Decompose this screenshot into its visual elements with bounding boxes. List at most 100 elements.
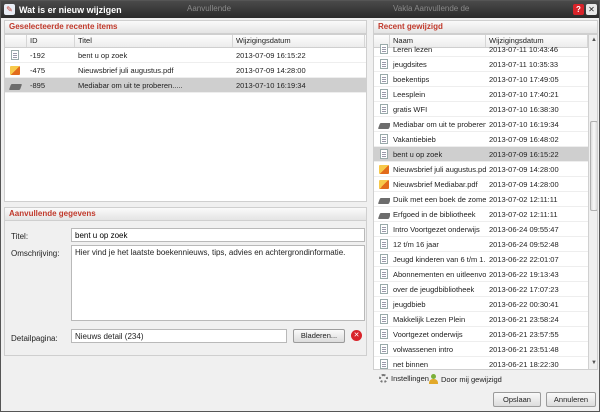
row-date: 2013-07-09 16:48:02 [489,134,559,144]
app-icon: ✎ [4,4,15,15]
book-icon [377,197,390,204]
mine-filter-link[interactable]: Door mij gewijzigd [429,374,502,384]
row-date: 2013-06-22 22:01:07 [489,254,559,264]
list-item[interactable]: Duik met een boek de zome... 2013-07-02 1… [374,192,588,207]
list-item[interactable]: Leren lezen 2013-07-11 10:43:46 [374,42,588,57]
recent-changes-grid: Naam Wijzigingsdatum Leren lezen 2013-07-… [373,34,598,370]
document-icon [380,254,388,264]
row-name: Duik met een boek de zome... [393,194,486,204]
row-date: 2013-07-10 16:38:30 [489,104,559,114]
document-icon [380,329,388,339]
column-title[interactable]: Titel [75,35,233,47]
row-name: Leren lezen [393,44,433,54]
clear-icon[interactable]: ✕ [351,330,362,341]
row-icon-cell [374,59,390,69]
list-item[interactable]: Makkelijk Lezen Plein 2013-06-21 23:58:24 [374,312,588,327]
row-icon-cell [374,314,390,324]
list-item[interactable]: Vakantiebieb 2013-07-09 16:48:02 [374,132,588,147]
list-item[interactable]: Leesplein 2013-07-10 17:40:21 [374,87,588,102]
book-icon [377,122,390,129]
row-icon-cell [374,344,390,354]
row-icon-cell [374,329,390,339]
row-id: -475 [30,65,46,75]
list-item[interactable]: Abonnementen en uitleenvo... 2013-06-22 1… [374,267,588,282]
table-row[interactable]: -192 bent u op zoek 2013-07-09 16:15:22 [5,48,366,63]
recent-changes-scrollbar[interactable]: ▲ ▼ [588,35,597,369]
row-date: 2013-07-09 16:15:22 [236,50,306,60]
list-item[interactable]: boekentips 2013-07-10 17:49:05 [374,72,588,87]
document-icon [11,50,19,60]
selected-items-header: Geselecteerde recente items [4,20,367,34]
list-item[interactable]: jeugdbieb 2013-06-22 00:30:41 [374,297,588,312]
list-item[interactable]: Voortgezet onderwijs 2013-06-21 23:57:55 [374,327,588,342]
selected-items-grid: ID Titel Wijzigingsdatum -192 bent u op z… [4,34,367,202]
list-item[interactable]: 12 t/m 16 jaar 2013-06-24 09:52:48 [374,237,588,252]
list-item[interactable]: Erfgoed in de bibliotheek 2013-07-02 12:1… [374,207,588,222]
row-date: 2013-06-24 09:52:48 [489,239,559,249]
document-icon [380,299,388,309]
dialog-window: ✎ Wat is er nieuw wijzigen Aanvullende V… [0,0,600,412]
list-item[interactable]: over de jeugdbibliotheek 2013-06-22 17:07… [374,282,588,297]
list-item[interactable]: jeugdsites 2013-07-11 10:35:33 [374,57,588,72]
column-id[interactable]: ID [27,35,75,47]
row-name: volwassenen intro [393,344,454,354]
user-icon [429,374,438,384]
row-name: Vakantiebieb [393,134,436,144]
browse-button[interactable]: Bladeren... [293,329,345,343]
row-icon-cell [374,209,390,219]
pdf-icon [10,65,20,75]
list-item[interactable]: Mediabar om uit te proberen.... 2013-07-1… [374,117,588,132]
list-item[interactable]: gratis WFI 2013-07-10 16:38:30 [374,102,588,117]
row-date: 2013-06-22 19:13:43 [489,269,559,279]
list-item[interactable]: net binnen 2013-06-21 18:22:30 [374,357,588,369]
detail-page-input[interactable]: Nieuws detail (234) [71,329,287,343]
list-item[interactable]: Jeugd kinderen van 6 t/m 1... 2013-06-22 … [374,252,588,267]
table-row[interactable]: -475 Nieuwsbrief juli augustus.pdf 2013-07… [5,63,366,78]
pdf-icon [379,179,389,189]
document-icon [380,284,388,294]
list-item[interactable]: Nieuwsbrief Mediabar.pdf 2013-07-09 14:28… [374,177,588,192]
row-name: 12 t/m 16 jaar [393,239,439,249]
cancel-button[interactable]: Annuleren [546,392,596,407]
settings-link[interactable]: Instellingen [379,374,429,383]
scroll-thumb[interactable] [590,121,597,211]
close-icon[interactable]: ✕ [586,4,597,15]
list-item[interactable]: volwassenen intro 2013-06-21 23:51:48 [374,342,588,357]
row-name: bent u op zoek [393,149,443,159]
row-name: Intro Voortgezet onderwijs [393,224,480,234]
column-date[interactable]: Wijzigingsdatum [233,35,365,47]
row-date: 2013-07-09 14:28:00 [489,164,559,174]
description-textarea[interactable]: Hier vind je het laatste boekennieuws, t… [71,245,365,321]
list-item[interactable]: Nieuwsbrief juli augustus.pdf 2013-07-09 … [374,162,588,177]
row-date: 2013-06-24 09:55:47 [489,224,559,234]
row-name: Jeugd kinderen van 6 t/m 1... [393,254,486,264]
row-date: 2013-07-11 10:43:46 [489,44,559,54]
row-title: Mediabar om uit te proberen..... [78,80,183,90]
save-button[interactable]: Opslaan [493,392,541,407]
row-date: 2013-07-02 12:11:11 [489,194,558,204]
list-item[interactable]: Intro Voortgezet onderwijs 2013-06-24 09:… [374,222,588,237]
row-date: 2013-07-11 10:35:33 [489,59,559,69]
detail-page-label: Detailpagina: [11,334,58,343]
table-row[interactable]: -895 Mediabar om uit te proberen..... 2013… [5,78,366,93]
row-name: Voortgezet onderwijs [393,329,463,339]
row-name: Leesplein [393,89,426,99]
list-item[interactable]: bent u op zoek 2013-07-09 16:15:22 [374,147,588,162]
row-name: jeugdbieb [393,299,426,309]
row-icon-cell [374,359,390,369]
row-icon-cell [374,104,390,114]
row-icon-cell [374,194,390,204]
row-id: -192 [30,50,46,60]
row-icon-cell [374,74,390,84]
title-bar[interactable]: ✎ Wat is er nieuw wijzigen Aanvullende V… [1,1,599,18]
scroll-down-icon[interactable]: ▼ [590,359,597,367]
settings-label: Instellingen [391,374,429,383]
column-icon[interactable] [5,35,27,47]
document-icon [380,224,388,234]
book-icon [377,212,390,219]
scroll-up-icon[interactable]: ▲ [590,36,597,44]
help-icon[interactable]: ? [573,4,584,15]
title-input[interactable] [71,228,365,242]
row-name: Abonnementen en uitleenvo... [393,269,486,279]
document-icon [380,359,388,369]
